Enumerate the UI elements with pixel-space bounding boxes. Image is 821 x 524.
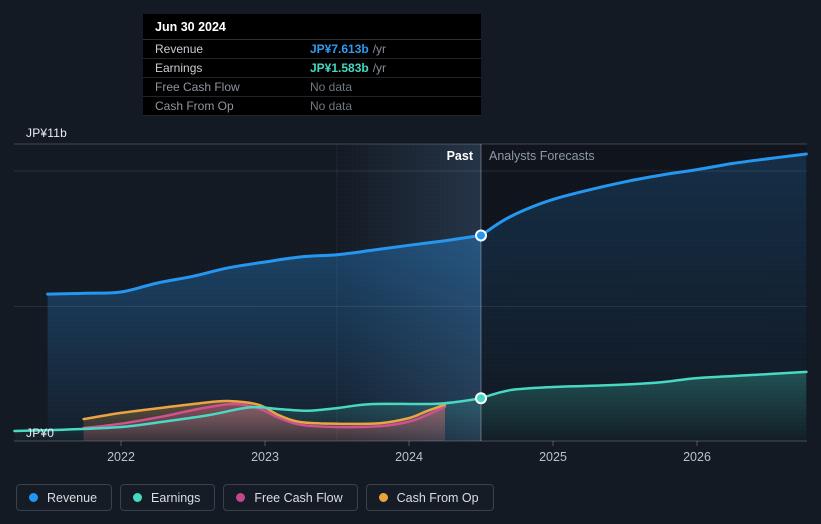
legend-item-cash-from-op[interactable]: Cash From Op <box>365 484 494 511</box>
chart-tooltip: Jun 30 2024 Revenue JP¥7.613b /yr Earnin… <box>143 14 481 116</box>
x-tick-2025: 2025 <box>539 450 567 464</box>
tooltip-date: Jun 30 2024 <box>143 14 481 40</box>
legend-earnings-label: Earnings <box>151 490 201 505</box>
tooltip-row-revenue: Revenue JP¥7.613b /yr <box>143 40 481 59</box>
x-tick-2026: 2026 <box>683 450 711 464</box>
x-tick-2024: 2024 <box>395 450 423 464</box>
cash-from-op-dot-icon <box>378 493 388 502</box>
free-cash-flow-dot-icon <box>236 493 246 502</box>
legend-item-free-cash-flow[interactable]: Free Cash Flow <box>223 484 358 511</box>
tooltip-earnings-value: JP¥1.583b <box>310 61 369 75</box>
legend-item-revenue[interactable]: Revenue <box>16 484 113 511</box>
y-axis-zero-label: JP¥0 <box>26 426 55 440</box>
earnings-revenue-chart: JP¥11b JP¥0 Past Analysts Forecasts 2022… <box>0 0 821 524</box>
x-axis-ticks <box>120 441 698 446</box>
revenue-dot-icon <box>29 493 38 502</box>
tooltip-revenue-unit: /yr <box>372 42 387 56</box>
tooltip-revenue-value: JP¥7.613b <box>310 42 369 56</box>
x-tick-2023: 2023 <box>251 450 279 464</box>
revenue-marker-dot <box>475 229 487 242</box>
tooltip-cashop-label: Cash From Op <box>155 99 234 113</box>
tooltip-fcf-value: No data <box>310 80 353 94</box>
tooltip-row-free-cash-flow: Free Cash Flow No data <box>143 78 481 97</box>
tooltip-row-earnings: Earnings JP¥1.583b /yr <box>143 59 481 78</box>
tooltip-cashop-value: No data <box>310 99 353 113</box>
y-axis-max-label: JP¥11b <box>26 126 68 140</box>
x-tick-2022: 2022 <box>107 450 135 464</box>
chart-legend: Revenue Earnings Free Cash Flow Cash Fro… <box>16 484 494 511</box>
legend-item-earnings[interactable]: Earnings <box>120 484 216 511</box>
tooltip-row-cash-from-op: Cash From Op No data <box>143 97 481 116</box>
tooltip-fcf-label: Free Cash Flow <box>155 80 240 94</box>
past-label: Past <box>446 149 473 163</box>
earnings-dot-icon <box>133 493 143 502</box>
analysts-forecasts-label: Analysts Forecasts <box>489 149 595 163</box>
legend-cash-from-op-label: Cash From Op <box>396 490 479 505</box>
tooltip-earnings-unit: /yr <box>372 61 387 75</box>
tooltip-earnings-label: Earnings <box>155 61 203 75</box>
tooltip-revenue-label: Revenue <box>155 42 204 56</box>
legend-free-cash-flow-label: Free Cash Flow <box>254 490 343 505</box>
legend-revenue-label: Revenue <box>47 490 98 505</box>
earnings-marker-dot <box>475 392 487 405</box>
